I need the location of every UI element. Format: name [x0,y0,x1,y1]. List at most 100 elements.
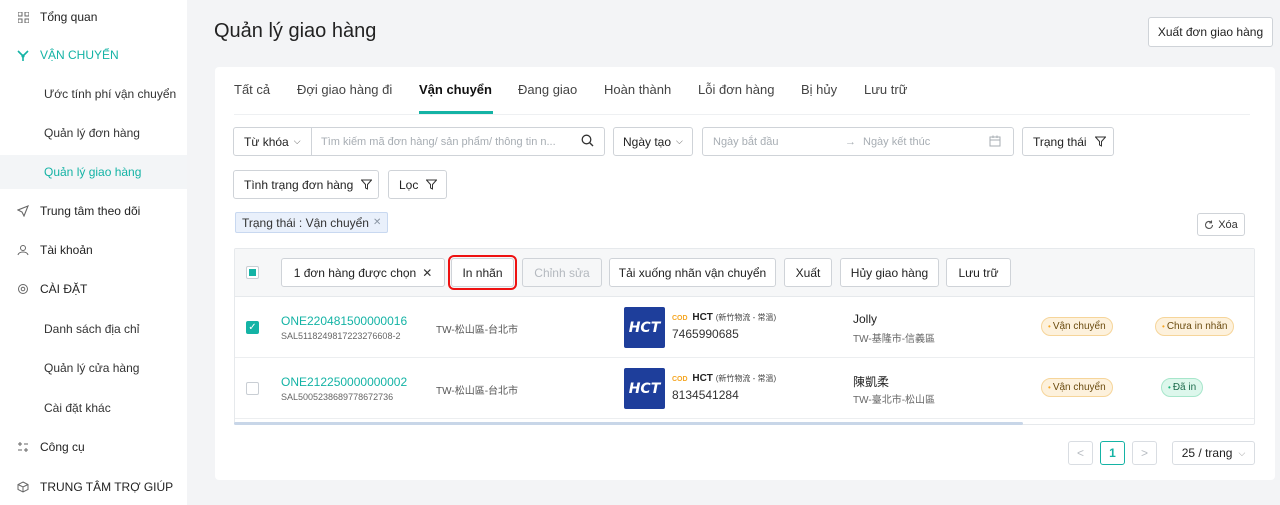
table-row[interactable]: ONE212250000000002 SAL500523868977867273… [235,358,1254,419]
close-icon[interactable]: ✕ [422,266,432,280]
end-date-placeholder: Ngày kết thúc [863,135,931,148]
table-row[interactable]: ✓ ONE220481500000016 SAL5118249817223276… [235,297,1254,358]
tab-delivering[interactable]: Đang giao [518,82,577,97]
tab-cancelled[interactable]: Bị hủy [801,82,837,97]
receiver-name: Jolly [853,312,878,326]
sidebar-item-label: Cài đặt khác [44,401,111,415]
chevron-down-icon: ⌵ [1238,447,1246,458]
carrier-name: HCT [692,373,713,384]
sidebar-item-tracking-center[interactable]: Trung tâm theo dõi [0,194,187,228]
tab-archived[interactable]: Lưu trữ [864,82,907,97]
tab-all[interactable]: Tất cả [234,82,270,97]
download-shipping-label-button[interactable]: Tải xuống nhãn vận chuyển [609,258,776,287]
date-type-select[interactable]: Ngày tạo ⌵ [613,127,693,156]
sidebar-item-tools[interactable]: Công cụ [0,430,187,464]
search-input[interactable]: Tìm kiếm mã đơn hàng/ sản phẩm/ thông ti… [311,127,605,156]
main-panel: Tất cả Đợi giao hàng đi Vận chuyển Đang … [215,67,1275,480]
receiver-name: 陳凱柔 [853,375,890,389]
tab-completed[interactable]: Hoàn thành [604,82,671,97]
tracking-number: 8134541284 [672,388,739,402]
tabs-divider [234,114,1250,115]
close-icon[interactable]: ✕ [373,217,381,228]
sidebar-item-other-settings[interactable]: Cài đặt khác [0,391,187,425]
clear-filters-button[interactable]: Xóa [1197,213,1245,236]
receiver-address: TW-基隆市-信義區 [853,334,936,345]
carrier-service: (新竹物流 - 常溫) [715,374,777,383]
status-filter-button[interactable]: Trạng thái [1022,127,1114,156]
date-range-picker[interactable]: Ngày bắt đầu → Ngày kết thúc [702,127,1014,156]
order-id-link[interactable]: ONE220481500000016 [281,314,407,328]
print-label-button[interactable]: In nhãn [448,255,517,290]
start-date-placeholder: Ngày bắt đầu [713,135,779,148]
row-checkbox[interactable]: ✓ [246,321,259,334]
sidebar-item-address-list[interactable]: Danh sách địa chỉ [0,312,187,346]
sidebar-section-settings[interactable]: CÀI ĐẶT [0,272,187,306]
carrier-info: COD HCT (新竹物流 - 常溫) [672,312,776,323]
status-badge: Vận chuyển [1041,317,1113,336]
sidebar-item-label: Quản lý đơn hàng [44,126,140,140]
horizontal-scrollbar[interactable] [234,422,1023,425]
search-icon[interactable] [581,134,594,150]
next-page-button[interactable]: > [1132,441,1157,465]
page-size-label: 25 / trang [1181,446,1233,460]
sidebar-item-store-management[interactable]: Quản lý cửa hàng [0,351,187,385]
page-1-button[interactable]: 1 [1100,441,1125,465]
order-sal-number: SAL5005238689778672736 [281,392,394,402]
chevron-down-icon: ⌵ [293,136,301,146]
clear-filters-label: Xóa [1218,218,1238,231]
status-badge: Vận chuyển [1041,378,1113,397]
export-delivery-orders-button[interactable]: Xuất đơn giao hàng [1148,17,1273,47]
grid-icon [16,10,30,24]
search-placeholder: Tìm kiếm mã đơn hàng/ sản phẩm/ thông ti… [321,135,556,148]
prev-page-button[interactable]: < [1068,441,1093,465]
sender-address: TW-松山區-台北市 [436,386,519,397]
sidebar-item-label: VẬN CHUYỂN [40,48,119,62]
settings-icon [16,282,30,296]
select-all-checkbox[interactable] [246,266,259,279]
sidebar-item-order-management[interactable]: Quản lý đơn hàng [0,116,187,150]
send-icon [16,204,30,218]
edit-button[interactable]: Chỉnh sửa [522,258,602,287]
order-status-filter-label: Tình trạng đơn hàng [244,177,354,192]
order-status-filter-button[interactable]: Tình trạng đơn hàng [233,170,379,199]
cod-badge: COD [672,315,688,322]
sidebar-item-label: CÀI ĐẶT [40,282,88,296]
sidebar-item-delivery-management[interactable]: Quản lý giao hàng [0,155,187,189]
calendar-icon [989,135,1001,150]
cod-badge: COD [672,376,688,383]
sidebar-item-overview[interactable]: Tổng quan [0,0,187,34]
sidebar-item-help-center[interactable]: TRUNG TÂM TRỢ GIÚP [0,470,187,504]
filter-icon [361,179,373,190]
tab-in-transit[interactable]: Vận chuyển [419,82,492,97]
help-icon [16,480,30,494]
sidebar-item-account[interactable]: Tài khoản [0,233,187,267]
keyword-select-label: Từ khóa [244,134,289,149]
hct-logo: HCT [624,307,665,348]
sidebar-item-label: Ước tính phí vận chuyển [44,87,177,101]
receiver-address: TW-臺北市-松山區 [853,395,936,406]
filter-icon [426,179,438,190]
cancel-delivery-button[interactable]: Hủy giao hàng [840,258,939,287]
tools-icon [16,440,30,454]
date-type-label: Ngày tạo [623,134,672,149]
row-checkbox[interactable] [246,382,259,395]
order-id-link[interactable]: ONE212250000000002 [281,375,407,389]
tab-order-errors[interactable]: Lỗi đơn hàng [698,82,774,97]
sidebar-section-shipping[interactable]: VẬN CHUYỂN [0,38,187,72]
label-status-badge: Chưa in nhãn [1155,317,1235,336]
keyword-select[interactable]: Từ khóa ⌵ [233,127,312,156]
tab-awaiting-dispatch[interactable]: Đợi giao hàng đi [297,82,392,97]
page-size-select[interactable]: 25 / trang ⌵ [1172,441,1255,465]
tracking-number: 7465990685 [672,327,739,341]
bulk-action-bar: 1 đơn hàng được chọn ✕ In nhãn Chỉnh sửa… [235,249,1254,297]
truck-icon [16,48,30,62]
more-filter-button[interactable]: Lọc [388,170,447,199]
status-filter-label: Trạng thái [1033,134,1087,149]
sidebar-item-label: Trung tâm theo dõi [40,204,141,218]
sidebar-item-shipping-fee-estimate[interactable]: Ước tính phí vận chuyển [0,77,187,111]
export-button[interactable]: Xuất [784,258,832,287]
carrier-service: (新竹物流 - 常溫) [715,313,777,322]
archive-button[interactable]: Lưu trữ [946,258,1011,287]
selected-count-label: 1 đơn hàng được chọn [293,265,417,280]
selected-count-button[interactable]: 1 đơn hàng được chọn ✕ [281,258,445,287]
